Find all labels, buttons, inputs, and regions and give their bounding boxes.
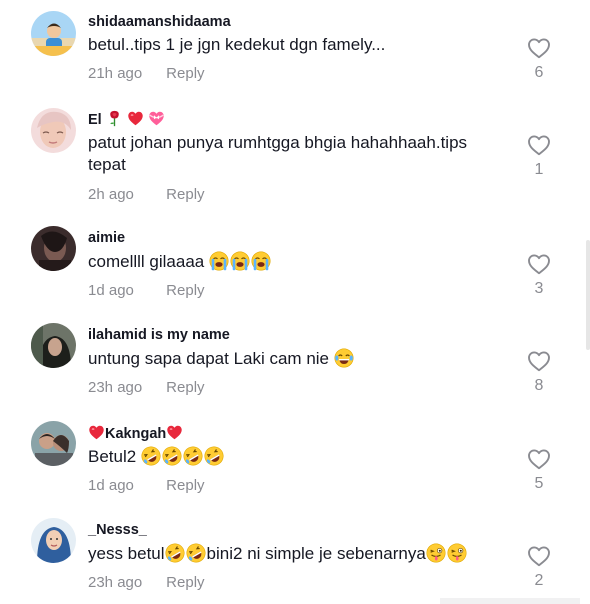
comment-text-content: comellll gilaaaa xyxy=(88,252,205,271)
like-count: 1 xyxy=(534,161,544,178)
comment-username[interactable]: ilahamid is my name xyxy=(88,326,230,344)
tears-of-joy-emoji-icon xyxy=(334,348,354,368)
comment-meta: 21h ago Reply xyxy=(88,65,205,83)
comment-meta: 1d ago Reply xyxy=(88,477,205,495)
comment-meta: 1d ago Reply xyxy=(88,282,205,300)
comment-username[interactable]: _Nesss_ xyxy=(88,521,147,539)
rofl-emoji-icon xyxy=(141,446,161,466)
avatar[interactable] xyxy=(31,108,76,153)
like-count: 3 xyxy=(534,280,544,297)
red-heart-emoji-icon xyxy=(166,424,183,446)
comment-text-content: untung sapa dapat Laki cam nie xyxy=(88,349,330,368)
like-count: 8 xyxy=(534,377,544,394)
avatar-couple-icon xyxy=(31,421,76,466)
comment-meta: 2h ago Reply xyxy=(88,186,205,204)
username-text: Kakngah xyxy=(105,426,167,442)
comment-text: comellll gilaaaa xyxy=(88,251,508,273)
red-heart-emoji-icon xyxy=(88,424,105,446)
rose-emoji-icon xyxy=(106,110,123,132)
rofl-emoji-icon xyxy=(165,543,185,563)
avatar-woman-pink-icon xyxy=(31,108,76,153)
heart-outline-icon[interactable] xyxy=(527,253,551,275)
comment-text-part: yess betul xyxy=(88,544,165,563)
avatar[interactable] xyxy=(31,421,76,466)
loudly-crying-face-emoji-icon xyxy=(209,251,229,271)
comment-text: untung sapa dapat Laki cam nie xyxy=(88,348,508,370)
avatar-child-beach-icon xyxy=(31,11,76,56)
comment-text: betul..tips 1 je jgn kedekut dgn famely.… xyxy=(88,35,386,54)
reply-button[interactable]: Reply xyxy=(166,574,204,592)
comment-text: patut johan punya rumhtgga bhgia hahahha… xyxy=(88,133,468,174)
loudly-crying-face-emoji-icon xyxy=(251,251,271,271)
heart-outline-icon[interactable] xyxy=(527,134,551,156)
comment-time: 1d ago xyxy=(88,282,134,299)
comment-time: 21h ago xyxy=(88,65,143,82)
comment-username[interactable]: Kakngah xyxy=(88,424,183,446)
comment-time: 23h ago xyxy=(88,574,143,591)
comment-meta: 23h ago Reply xyxy=(88,379,205,397)
reply-button[interactable]: Reply xyxy=(166,477,204,495)
avatar-hijab-dark-icon xyxy=(31,323,76,368)
comment-username[interactable]: shidaamanshidaama xyxy=(88,13,231,31)
like-count: 6 xyxy=(534,64,544,81)
comment-text: yess betul bini2 ni simple je sebenarnya xyxy=(88,543,508,565)
avatar-hijab-blue-icon xyxy=(31,518,76,563)
comment-text: Betul2 xyxy=(88,446,508,468)
heart-outline-icon[interactable] xyxy=(527,37,551,59)
comment-meta: 23h ago Reply xyxy=(88,574,205,592)
reply-button[interactable]: Reply xyxy=(166,186,204,204)
scrollbar[interactable] xyxy=(586,240,590,350)
reply-button[interactable]: Reply xyxy=(166,282,204,300)
like-count: 2 xyxy=(534,572,544,589)
username-text: El xyxy=(88,112,102,128)
reply-button[interactable]: Reply xyxy=(166,65,204,83)
winking-tongue-face-emoji-icon xyxy=(426,543,446,563)
avatar[interactable] xyxy=(31,323,76,368)
comment-time: 1d ago xyxy=(88,477,134,494)
rofl-emoji-icon xyxy=(204,446,224,466)
heart-outline-icon[interactable] xyxy=(527,545,551,567)
comment-list: shidaamanshidaama betul..tips 1 je jgn k… xyxy=(0,0,590,604)
winking-tongue-face-emoji-icon xyxy=(447,543,467,563)
rofl-emoji-icon xyxy=(186,543,206,563)
avatar[interactable] xyxy=(31,518,76,563)
comment-username[interactable]: aimie xyxy=(88,229,125,247)
rofl-emoji-icon xyxy=(183,446,203,466)
like-count: 5 xyxy=(534,475,544,492)
comment-text-part: bini2 ni simple je sebenarnya xyxy=(206,544,426,563)
bottom-divider xyxy=(440,598,580,604)
comment-time: 2h ago xyxy=(88,186,134,203)
red-heart-emoji-icon xyxy=(127,110,144,132)
loudly-crying-face-emoji-icon xyxy=(230,251,250,271)
comment-text-content: Betul2 xyxy=(88,447,137,466)
heart-with-ribbon-emoji-icon xyxy=(148,110,165,132)
comment-username[interactable]: El xyxy=(88,110,165,132)
avatar[interactable] xyxy=(31,11,76,56)
rofl-emoji-icon xyxy=(162,446,182,466)
avatar[interactable] xyxy=(31,226,76,271)
avatar-dark-portrait-icon xyxy=(31,226,76,271)
heart-outline-icon[interactable] xyxy=(527,448,551,470)
reply-button[interactable]: Reply xyxy=(166,379,204,397)
heart-outline-icon[interactable] xyxy=(527,350,551,372)
comment-time: 23h ago xyxy=(88,379,143,396)
